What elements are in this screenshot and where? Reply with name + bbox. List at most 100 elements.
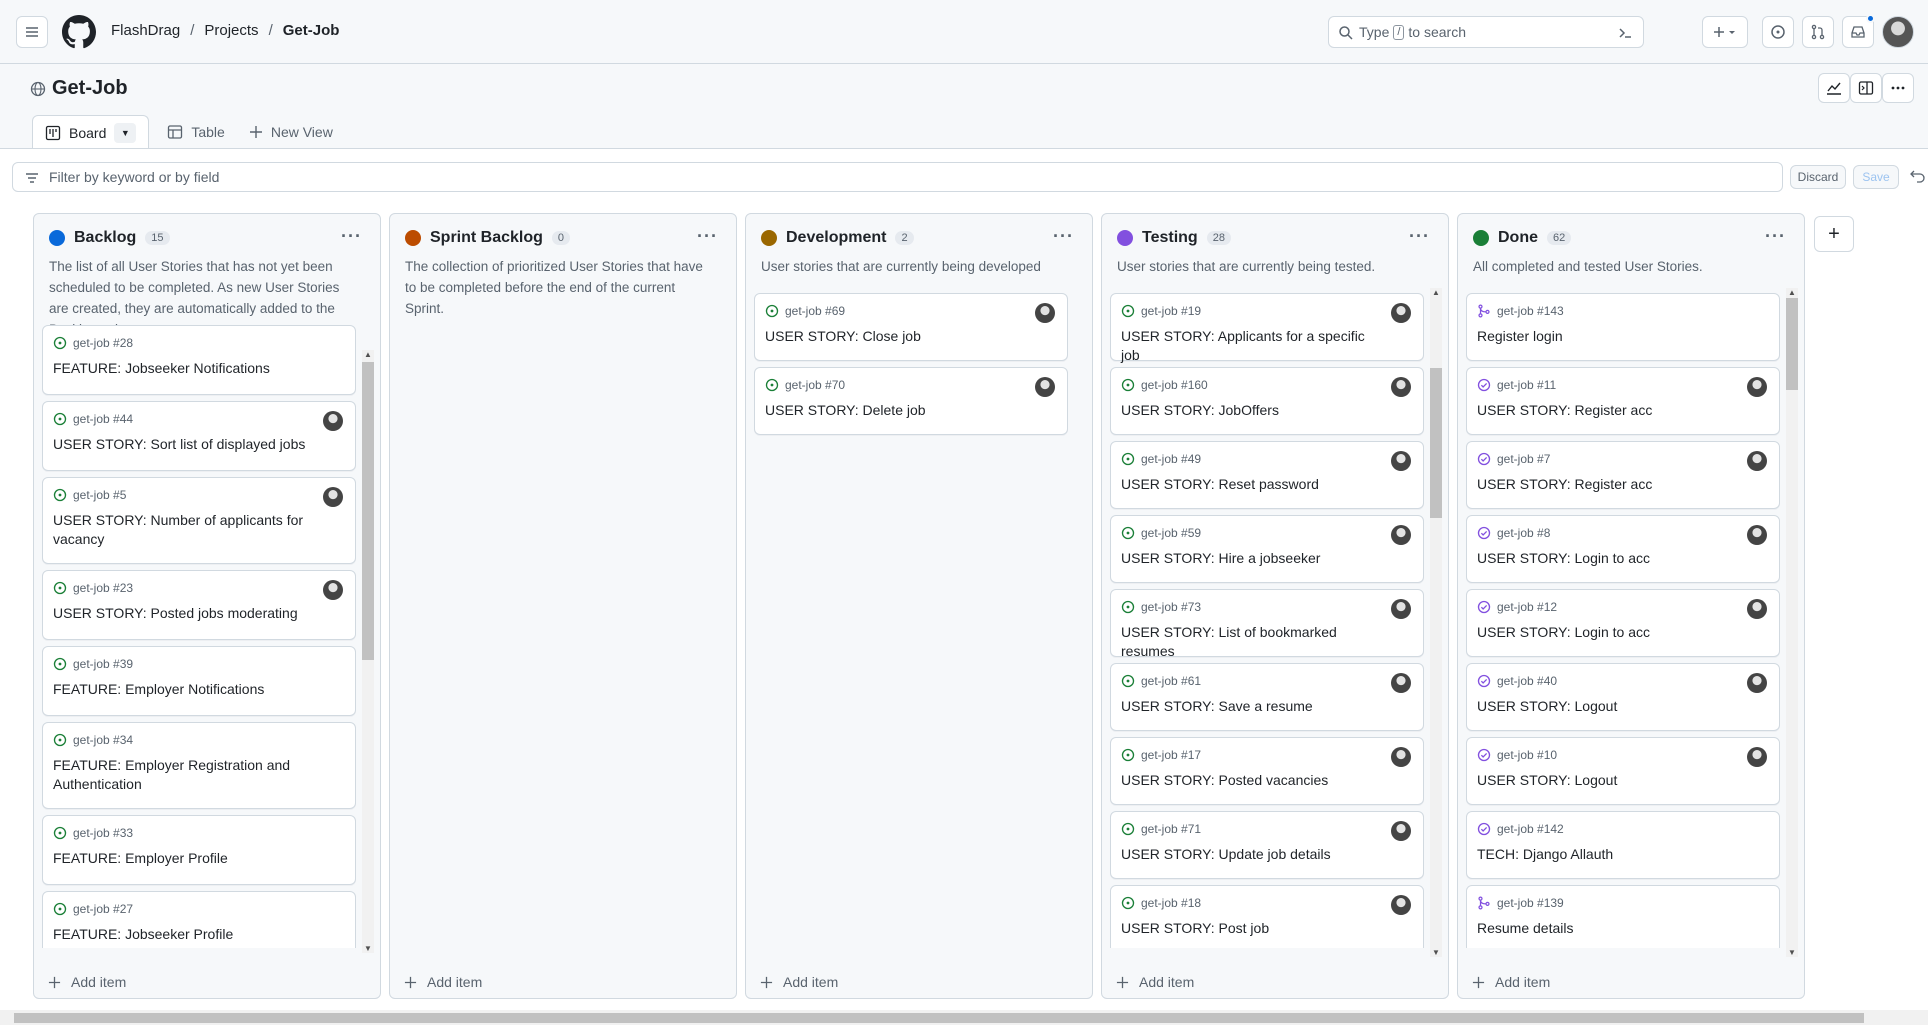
- card-title[interactable]: USER STORY: Posted vacancies: [1121, 771, 1387, 790]
- add-item-button[interactable]: Add item: [1116, 974, 1194, 990]
- card-reference-text[interactable]: get-job #61: [1141, 674, 1201, 688]
- card-reference-text[interactable]: get-job #19: [1141, 304, 1201, 318]
- card-title[interactable]: USER STORY: Logout: [1477, 771, 1743, 790]
- card-reference-text[interactable]: get-job #39: [73, 657, 133, 671]
- item-card[interactable]: get-job #61 USER STORY: Save a resume: [1110, 663, 1424, 731]
- breadcrumb-project[interactable]: Get-Job: [283, 22, 340, 39]
- item-card[interactable]: get-job #160 USER STORY: JobOffers: [1110, 367, 1424, 435]
- scroll-down-icon[interactable]: ▼: [364, 944, 372, 953]
- card-reference-text[interactable]: get-job #27: [73, 902, 133, 916]
- item-card[interactable]: get-job #71 USER STORY: Update job detail…: [1110, 811, 1424, 879]
- card-reference-text[interactable]: get-job #143: [1497, 304, 1564, 318]
- card-reference-text[interactable]: get-job #8: [1497, 526, 1550, 540]
- card-title[interactable]: Resume details: [1477, 919, 1743, 938]
- user-avatar[interactable]: [1882, 16, 1914, 48]
- scroll-down-icon[interactable]: ▼: [1432, 948, 1440, 957]
- card-reference-text[interactable]: get-job #12: [1497, 600, 1557, 614]
- card-reference-text[interactable]: get-job #69: [785, 304, 845, 318]
- card-title[interactable]: USER STORY: Register acc: [1477, 401, 1743, 420]
- card-title[interactable]: USER STORY: Applicants for a specific jo…: [1121, 327, 1387, 365]
- card-title[interactable]: USER STORY: Close job: [765, 327, 1031, 346]
- assignee-avatar[interactable]: [1391, 525, 1411, 545]
- item-card[interactable]: get-job #143 Register login: [1466, 293, 1780, 361]
- add-column-button[interactable]: +: [1814, 216, 1854, 252]
- new-view-button[interactable]: New View: [237, 115, 345, 149]
- search-input[interactable]: Type / to search: [1328, 16, 1644, 48]
- scroll-down-icon[interactable]: ▼: [1788, 948, 1796, 957]
- card-reference-text[interactable]: get-job #44: [73, 412, 133, 426]
- card-title[interactable]: TECH: Django Allauth: [1477, 845, 1743, 864]
- card-title[interactable]: USER STORY: List of bookmarked resumes: [1121, 623, 1387, 661]
- card-title[interactable]: FEATURE: Employer Registration and Authe…: [53, 756, 319, 794]
- column-scrollbar[interactable]: ▲ ▼: [1786, 288, 1798, 957]
- card-title[interactable]: USER STORY: Register acc: [1477, 475, 1743, 494]
- card-reference-text[interactable]: get-job #70: [785, 378, 845, 392]
- item-card[interactable]: get-job #11 USER STORY: Register acc: [1466, 367, 1780, 435]
- card-title[interactable]: USER STORY: Hire a jobseeker: [1121, 549, 1387, 568]
- item-card[interactable]: get-job #28 FEATURE: Jobseeker Notificati…: [42, 325, 356, 395]
- item-card[interactable]: get-job #39 FEATURE: Employer Notificatio…: [42, 646, 356, 716]
- view-options-dropdown[interactable]: ▼: [114, 122, 137, 143]
- item-card[interactable]: get-job #59 USER STORY: Hire a jobseeker: [1110, 515, 1424, 583]
- breadcrumb-projects[interactable]: Projects: [204, 22, 258, 39]
- add-item-button[interactable]: Add item: [1472, 974, 1550, 990]
- scroll-up-icon[interactable]: ▲: [364, 350, 372, 359]
- item-card[interactable]: get-job #69 USER STORY: Close job: [754, 293, 1068, 361]
- scroll-up-icon[interactable]: ▲: [1432, 288, 1440, 297]
- item-card[interactable]: get-job #8 USER STORY: Login to acc: [1466, 515, 1780, 583]
- item-card[interactable]: get-job #17 USER STORY: Posted vacancies: [1110, 737, 1424, 805]
- card-title[interactable]: FEATURE: Jobseeker Notifications: [53, 359, 319, 378]
- item-card[interactable]: get-job #73 USER STORY: List of bookmarke…: [1110, 589, 1424, 659]
- item-card[interactable]: get-job #40 USER STORY: Logout: [1466, 663, 1780, 731]
- assignee-avatar[interactable]: [1747, 747, 1767, 767]
- assignee-avatar[interactable]: [1747, 377, 1767, 397]
- item-card[interactable]: get-job #49 USER STORY: Reset password: [1110, 441, 1424, 509]
- item-card[interactable]: get-job #34 FEATURE: Employer Registratio…: [42, 722, 356, 809]
- card-reference-text[interactable]: get-job #5: [73, 488, 126, 502]
- column-scrollbar[interactable]: ▲ ▼: [362, 350, 374, 953]
- card-reference-text[interactable]: get-job #73: [1141, 600, 1201, 614]
- horizontal-scrollbar[interactable]: [0, 1010, 1928, 1025]
- column-more-options-icon[interactable]: ···: [1409, 226, 1430, 247]
- card-title[interactable]: FEATURE: Jobseeker Profile: [53, 925, 319, 944]
- side-panel-button[interactable]: [1850, 73, 1882, 103]
- item-card[interactable]: get-job #142 TECH: Django Allauth: [1466, 811, 1780, 879]
- card-title[interactable]: USER STORY: Reset password: [1121, 475, 1387, 494]
- issues-button[interactable]: [1762, 16, 1794, 48]
- item-card[interactable]: get-job #18 USER STORY: Post job: [1110, 885, 1424, 948]
- item-card[interactable]: get-job #7 USER STORY: Register acc: [1466, 441, 1780, 509]
- item-card[interactable]: get-job #5 USER STORY: Number of applican…: [42, 477, 356, 564]
- card-title[interactable]: USER STORY: Number of applicants for vac…: [53, 511, 319, 549]
- item-card[interactable]: get-job #27 FEATURE: Jobseeker Profile: [42, 891, 356, 948]
- card-reference-text[interactable]: get-job #160: [1141, 378, 1208, 392]
- assignee-avatar[interactable]: [1391, 599, 1411, 619]
- card-title[interactable]: USER STORY: Update job details: [1121, 845, 1387, 864]
- assignee-avatar[interactable]: [1747, 599, 1767, 619]
- save-button[interactable]: Save: [1853, 165, 1899, 189]
- assignee-avatar[interactable]: [1035, 303, 1055, 323]
- horizontal-scrollbar-thumb[interactable]: [14, 1013, 1864, 1023]
- card-title[interactable]: USER STORY: Login to acc: [1477, 623, 1743, 642]
- card-reference-text[interactable]: get-job #71: [1141, 822, 1201, 836]
- item-card[interactable]: get-job #44 USER STORY: Sort list of disp…: [42, 401, 356, 471]
- card-title[interactable]: USER STORY: Post job: [1121, 919, 1387, 938]
- column-scrollbar-thumb[interactable]: [1430, 368, 1442, 518]
- assignee-avatar[interactable]: [1035, 377, 1055, 397]
- scroll-up-icon[interactable]: ▲: [1788, 288, 1796, 297]
- assignee-avatar[interactable]: [1391, 895, 1411, 915]
- item-card[interactable]: get-job #70 USER STORY: Delete job: [754, 367, 1068, 435]
- item-card[interactable]: get-job #33 FEATURE: Employer Profile: [42, 815, 356, 885]
- pull-requests-button[interactable]: [1802, 16, 1834, 48]
- assignee-avatar[interactable]: [1391, 747, 1411, 767]
- item-card[interactable]: get-job #139 Resume details: [1466, 885, 1780, 948]
- card-reference-text[interactable]: get-job #28: [73, 336, 133, 350]
- card-title[interactable]: USER STORY: Posted jobs moderating: [53, 604, 319, 623]
- create-new-button[interactable]: [1702, 16, 1748, 48]
- card-reference-text[interactable]: get-job #18: [1141, 896, 1201, 910]
- filter-input[interactable]: Filter by keyword or by field: [12, 162, 1783, 192]
- column-more-options-icon[interactable]: ···: [697, 226, 718, 247]
- card-reference-text[interactable]: get-job #142: [1497, 822, 1564, 836]
- column-more-options-icon[interactable]: ···: [1053, 226, 1074, 247]
- column-more-options-icon[interactable]: ···: [341, 226, 362, 247]
- item-card[interactable]: get-job #23 USER STORY: Posted jobs moder…: [42, 570, 356, 640]
